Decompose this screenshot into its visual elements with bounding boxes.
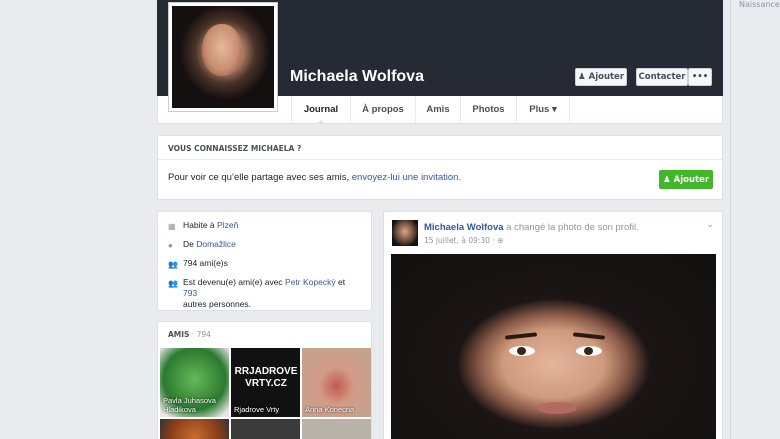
became-prefix: Est devenu(e) ami(e) avec xyxy=(183,277,286,287)
tab-plus[interactable]: Plus ▾ xyxy=(516,96,570,123)
profile-picture[interactable] xyxy=(168,2,278,112)
friend-name[interactable]: Rjadrove Vrty xyxy=(234,405,279,414)
intro-card: ▦ Habite à Plzeň ● De Domažlice 👥 794 am… xyxy=(157,211,372,311)
post-photo[interactable] xyxy=(391,254,716,439)
photo-detail xyxy=(572,332,606,340)
more-options-button[interactable]: ••• xyxy=(688,68,712,86)
became-count-link[interactable]: 793 xyxy=(183,288,197,298)
photo-detail xyxy=(504,332,538,340)
friend-tile[interactable]: RRJADROVE VRTY.CZ Rjadrove Vrty xyxy=(231,348,300,417)
add-friend-green-button[interactable]: ♟ Ajouter xyxy=(659,170,713,189)
friend-overlay-text: RRJADROVE VRTY.CZ xyxy=(234,366,298,389)
know-her-card: VOUS CONNAISSEZ MICHAELA ? Pour voir ce … xyxy=(157,135,723,200)
tab-photos[interactable]: Photos xyxy=(460,96,516,123)
contact-label: Contacter xyxy=(638,72,686,82)
friend-name[interactable]: Pavla Juhasova Hladikova xyxy=(163,396,229,414)
intro-from: ● De Domažlice xyxy=(168,239,361,250)
timeline-post: Michaela Wolfova a changé la photo de so… xyxy=(383,211,723,439)
lives-city-link[interactable]: Plzeň xyxy=(217,220,238,230)
photo-detail xyxy=(537,402,577,414)
know-her-heading: VOUS CONNAISSEZ MICHAELA ? xyxy=(158,136,722,160)
friend-tile[interactable] xyxy=(231,419,300,439)
friend-tile[interactable]: Anna Konecna xyxy=(302,348,371,417)
post-meta: 15 juillet, à 09:30 · ⊕ xyxy=(424,236,503,245)
home-icon: ▦ xyxy=(168,222,176,231)
tab-a-propos[interactable]: À propos xyxy=(350,96,415,123)
add-friend-label: Ajouter xyxy=(588,72,625,82)
post-verb: a changé la photo de son profil. xyxy=(503,222,639,233)
photo-detail xyxy=(576,346,602,356)
add-friend-green-label: Ajouter xyxy=(673,174,710,185)
chevron-down-icon[interactable]: ⌄ xyxy=(706,220,714,230)
more-label: ••• xyxy=(691,72,709,82)
friends-heading-count: · 794 xyxy=(189,330,211,339)
globe-icon: ⊕ xyxy=(497,236,504,245)
friends-card: AMIS · 794 Pavla Juhasova Hladikova RRJA… xyxy=(157,321,372,439)
send-invitation-link[interactable]: envoyez-lui une invitation. xyxy=(352,172,461,183)
photo-detail xyxy=(509,346,535,356)
from-prefix: De xyxy=(183,239,197,249)
right-rail-label: Naissance xyxy=(739,0,780,9)
contact-button[interactable]: Contacter xyxy=(636,68,688,86)
post-author-link[interactable]: Michaela Wolfova xyxy=(424,222,504,233)
friends-icon: 👥 xyxy=(168,279,178,288)
profile-name[interactable]: Michaela Wolfova xyxy=(290,68,424,86)
friend-tile[interactable] xyxy=(160,419,229,439)
friend-tile[interactable] xyxy=(302,419,371,439)
became-suffix: autres personnes. xyxy=(183,299,252,309)
friends-heading-link[interactable]: AMIS xyxy=(168,330,189,339)
friends-icon: 👥 xyxy=(168,260,178,269)
friends-heading: AMIS · 794 xyxy=(158,322,371,347)
from-city-link[interactable]: Domažlice xyxy=(196,239,236,249)
add-friend-button[interactable]: ♟ Ajouter xyxy=(575,68,627,86)
friends-grid: Pavla Juhasova Hladikova RRJADROVE VRTY.… xyxy=(160,348,371,439)
friend-name[interactable]: Anna Konecna xyxy=(305,405,354,414)
friend-tile[interactable]: Pavla Juhasova Hladikova xyxy=(160,348,229,417)
post-avatar[interactable] xyxy=(392,220,418,246)
post-date-link[interactable]: 15 juillet, à 09:30 · xyxy=(424,236,497,245)
know-her-message: Pour voir ce qu’elle partage avec ses am… xyxy=(168,172,352,183)
became-friend-link[interactable]: Petr Kopecký xyxy=(285,277,336,287)
became-mid: et xyxy=(335,277,346,287)
right-rail: Naissance xyxy=(730,0,780,439)
lives-prefix: Habite à xyxy=(183,220,218,230)
location-pin-icon: ● xyxy=(168,241,173,250)
post-title: Michaela Wolfova a changé la photo de so… xyxy=(424,222,639,233)
know-her-text: Pour voir ce qu’elle partage avec ses am… xyxy=(158,160,722,195)
profile-picture-image xyxy=(172,6,274,108)
friends-count: 794 ami(e)s xyxy=(183,258,228,268)
intro-became-friends: 👥 Est devenu(e) ami(e) avec Petr Kopecký… xyxy=(168,277,361,310)
intro-lives: ▦ Habite à Plzeň xyxy=(168,220,361,231)
tab-amis[interactable]: Amis xyxy=(415,96,460,123)
intro-friends: 👥 794 ami(e)s xyxy=(168,258,361,269)
add-friend-green-icon: ♟ xyxy=(662,174,671,185)
add-friend-icon: ♟ xyxy=(577,72,586,82)
tab-journal[interactable]: Journal xyxy=(291,96,350,124)
